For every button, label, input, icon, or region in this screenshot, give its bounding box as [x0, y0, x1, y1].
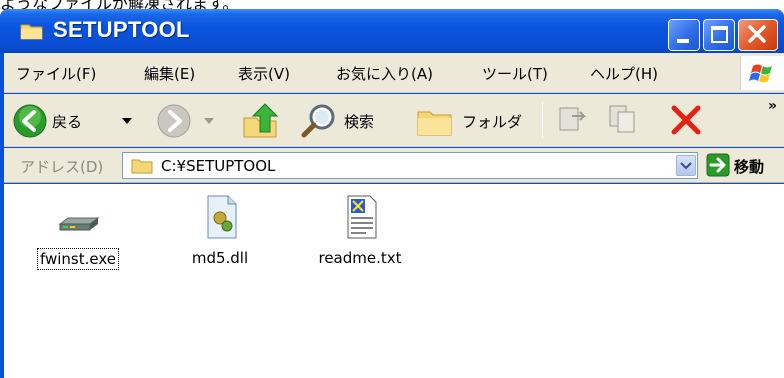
move-to-icon[interactable] [556, 104, 590, 136]
forward-dropdown-icon [204, 118, 214, 124]
menu-favorites[interactable]: お気に入り(A) [336, 63, 433, 84]
title-bar[interactable]: SETUPTOOL [0, 9, 784, 53]
up-folder-icon[interactable] [240, 102, 280, 140]
chevron-down-icon [680, 162, 692, 170]
minimize-icon [677, 39, 689, 43]
windows-flag-icon [749, 64, 772, 83]
close-button[interactable] [738, 19, 778, 51]
back-dropdown-icon[interactable] [122, 118, 132, 124]
menu-bar: ファイル(F) 編集(E) 表示(V) お気に入り(A) ツール(T) ヘルプ(… [4, 53, 784, 93]
menu-edit[interactable]: 編集(E) [144, 63, 195, 84]
go-button[interactable]: 移動 [704, 152, 784, 179]
page-caption-text: ようなファイルが解凍されます。 [0, 0, 239, 13]
minimize-button[interactable] [668, 19, 700, 51]
delete-icon[interactable] [668, 102, 704, 138]
copy-to-icon[interactable] [608, 104, 642, 136]
file-name: fwinst.exe [18, 248, 138, 270]
forward-arrow-icon[interactable] [156, 103, 192, 139]
explorer-window: SETUPTOOL ファイル(F) 編集(E) 表示(V) お気に入り(A) ツ… [0, 9, 784, 378]
close-icon [748, 25, 766, 43]
standard-toolbar: 戻る 検索 フォルダ » [4, 94, 784, 147]
go-button-label: 移動 [734, 158, 765, 176]
folders-icon[interactable] [416, 104, 456, 138]
file-name: md5.dll [191, 249, 249, 267]
setup-executable-icon [58, 217, 100, 231]
address-dropdown-button[interactable] [676, 155, 696, 176]
windows-logo [740, 56, 784, 90]
file-item-md5[interactable]: md5.dll [160, 194, 280, 294]
file-item-fwinst[interactable]: fwinst.exe [18, 194, 138, 294]
folders-button-label[interactable]: フォルダ [462, 111, 522, 132]
maximize-icon [711, 26, 728, 43]
menu-help[interactable]: ヘルプ(H) [590, 63, 658, 84]
back-button-label[interactable]: 戻る [52, 111, 82, 132]
dll-file-icon [207, 195, 237, 239]
maximize-button[interactable] [703, 19, 735, 51]
file-item-readme[interactable]: readme.txt [300, 194, 420, 294]
back-arrow-icon[interactable] [12, 103, 48, 139]
toolbar-more-chevron[interactable]: » [768, 98, 777, 114]
address-field[interactable]: C:¥SETUPTOOL [122, 152, 698, 179]
file-name: readme.txt [318, 249, 402, 267]
folder-icon [20, 24, 43, 40]
file-list-view: fwinst.exe md5.dll readme.txt [4, 184, 784, 378]
toolbar-separator [542, 102, 543, 138]
search-icon[interactable] [300, 102, 338, 140]
folder-icon [131, 159, 153, 174]
text-file-icon [347, 195, 377, 239]
window-title: SETUPTOOL [53, 17, 190, 42]
menu-file[interactable]: ファイル(F) [16, 63, 96, 84]
address-bar: アドレス(D) C:¥SETUPTOOL 移動 [4, 148, 784, 183]
menu-tools[interactable]: ツール(T) [482, 63, 548, 84]
address-label: アドレス(D) [20, 158, 104, 176]
address-value: C:¥SETUPTOOL [161, 157, 276, 175]
go-arrow-icon [706, 153, 730, 177]
menu-view[interactable]: 表示(V) [238, 63, 290, 84]
search-button-label[interactable]: 検索 [344, 111, 374, 132]
